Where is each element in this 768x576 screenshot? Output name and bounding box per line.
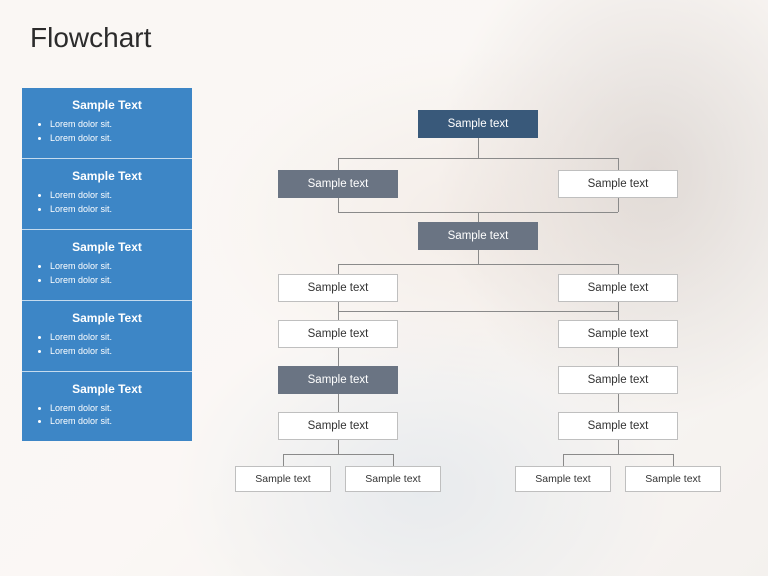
flow-pair3-right: Sample text — [558, 366, 678, 394]
connector — [338, 264, 339, 274]
sidebar-header: Sample Text — [36, 169, 178, 183]
connector — [618, 264, 619, 274]
flow-pair1-right: Sample text — [558, 274, 678, 302]
flow-branch-left: Sample text — [278, 170, 398, 198]
sidebar-header: Sample Text — [36, 98, 178, 112]
connector — [478, 250, 479, 264]
connector — [393, 454, 394, 466]
connector — [478, 212, 479, 222]
sidebar-section-5: Sample Text Lorem dolor sit. Lorem dolor… — [22, 372, 192, 442]
flow-join: Sample text — [418, 222, 538, 250]
sidebar-bullets: Lorem dolor sit. Lorem dolor sit. — [36, 118, 178, 146]
connector — [618, 198, 619, 212]
page-title: Flowchart — [30, 22, 151, 54]
connector — [478, 138, 479, 158]
flow-pair4-right: Sample text — [558, 412, 678, 440]
sidebar-bullet: Lorem dolor sit. — [50, 260, 178, 274]
connector — [338, 264, 618, 265]
flow-pair4-left: Sample text — [278, 412, 398, 440]
connector — [673, 454, 674, 466]
sidebar-bullets: Lorem dolor sit. Lorem dolor sit. — [36, 260, 178, 288]
sidebar: Sample Text Lorem dolor sit. Lorem dolor… — [22, 88, 192, 441]
connector — [618, 302, 619, 320]
sidebar-bullet: Lorem dolor sit. — [50, 118, 178, 132]
sidebar-bullet: Lorem dolor sit. — [50, 345, 178, 359]
sidebar-bullet: Lorem dolor sit. — [50, 189, 178, 203]
sidebar-section-3: Sample Text Lorem dolor sit. Lorem dolor… — [22, 230, 192, 301]
connector — [618, 158, 619, 170]
flow-root: Sample text — [418, 110, 538, 138]
sidebar-header: Sample Text — [36, 240, 178, 254]
sidebar-bullet: Lorem dolor sit. — [50, 203, 178, 217]
connector — [338, 311, 618, 312]
flow-leaf-4: Sample text — [625, 466, 721, 492]
sidebar-bullet: Lorem dolor sit. — [50, 402, 178, 416]
connector — [563, 454, 673, 455]
sidebar-bullets: Lorem dolor sit. Lorem dolor sit. — [36, 402, 178, 430]
connector — [338, 348, 339, 366]
sidebar-bullet: Lorem dolor sit. — [50, 415, 178, 429]
sidebar-bullet: Lorem dolor sit. — [50, 132, 178, 146]
flow-leaf-3: Sample text — [515, 466, 611, 492]
flow-pair3-left: Sample text — [278, 366, 398, 394]
flow-leaf-2: Sample text — [345, 466, 441, 492]
flow-pair1-left: Sample text — [278, 274, 398, 302]
sidebar-header: Sample Text — [36, 311, 178, 325]
sidebar-bullet: Lorem dolor sit. — [50, 274, 178, 288]
connector — [283, 454, 284, 466]
flow-pair2-left: Sample text — [278, 320, 398, 348]
sidebar-section-2: Sample Text Lorem dolor sit. Lorem dolor… — [22, 159, 192, 230]
sidebar-header: Sample Text — [36, 382, 178, 396]
connector — [563, 454, 564, 466]
connector — [618, 394, 619, 412]
sidebar-bullet: Lorem dolor sit. — [50, 331, 178, 345]
connector — [283, 454, 393, 455]
sidebar-bullets: Lorem dolor sit. Lorem dolor sit. — [36, 189, 178, 217]
sidebar-section-4: Sample Text Lorem dolor sit. Lorem dolor… — [22, 301, 192, 372]
sidebar-bullets: Lorem dolor sit. Lorem dolor sit. — [36, 331, 178, 359]
connector — [338, 158, 339, 170]
flow-branch-right: Sample text — [558, 170, 678, 198]
connector — [338, 198, 339, 212]
connector — [618, 440, 619, 454]
connector — [338, 158, 618, 159]
sidebar-section-1: Sample Text Lorem dolor sit. Lorem dolor… — [22, 88, 192, 159]
connector — [618, 348, 619, 366]
flow-pair2-right: Sample text — [558, 320, 678, 348]
flow-leaf-1: Sample text — [235, 466, 331, 492]
connector — [338, 394, 339, 412]
connector — [338, 440, 339, 454]
